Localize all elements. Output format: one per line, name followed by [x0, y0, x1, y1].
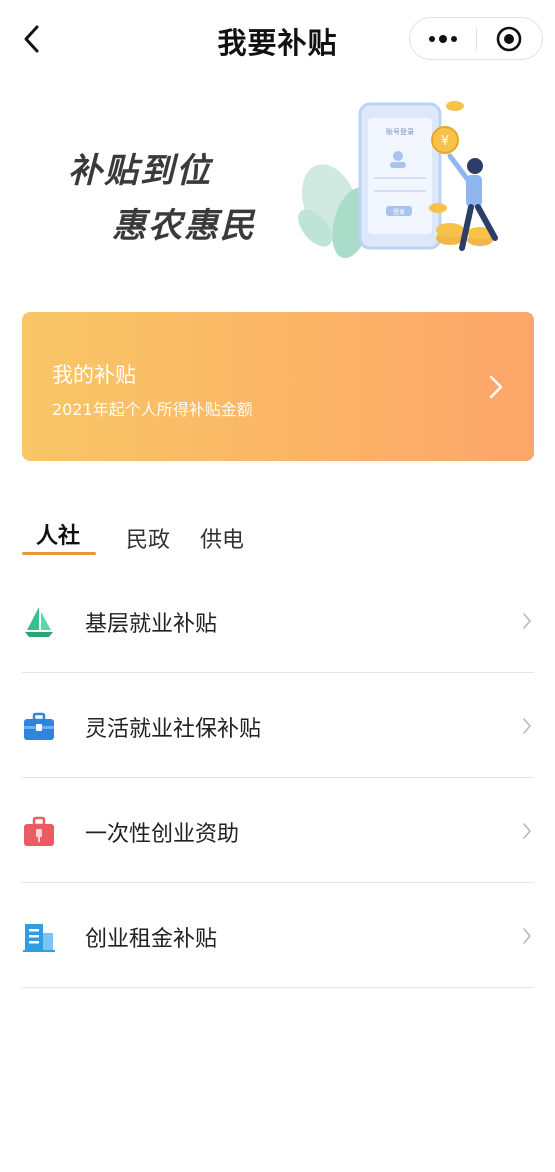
- phone-login-button-text: 登录: [393, 208, 405, 216]
- more-dots-icon[interactable]: [410, 18, 476, 59]
- promo-banner: 补贴到位 惠农惠民 账号登录 登录 ¥: [0, 88, 555, 278]
- briefcase-icon: [24, 712, 54, 740]
- item-label: 一次性创业资助: [85, 822, 240, 847]
- chevron-right-icon: [523, 928, 531, 944]
- item-label: 基层就业补贴: [85, 612, 218, 637]
- list-item[interactable]: 灵活就业社保补贴: [22, 673, 534, 778]
- chevron-right-icon: [489, 375, 503, 399]
- svg-text:¥: ¥: [441, 134, 449, 149]
- list-item[interactable]: 创业租金补贴: [22, 883, 534, 988]
- item-label: 创业租金补贴: [85, 927, 218, 952]
- chevron-right-icon: [523, 613, 531, 629]
- card-title: 我的补贴: [52, 363, 136, 387]
- item-label: 灵活就业社保补贴: [85, 717, 262, 742]
- building-icon: [23, 924, 55, 952]
- phone-screen-text: 账号登录: [386, 127, 414, 136]
- target-close-icon[interactable]: [477, 18, 543, 59]
- chevron-right-icon: [523, 718, 531, 734]
- toolbox-icon: [24, 816, 54, 846]
- list-item[interactable]: 基层就业补贴: [22, 568, 534, 673]
- list-item[interactable]: 一次性创业资助: [22, 778, 534, 883]
- card-subtitle: 2021年起个人所得补贴金额: [52, 400, 253, 419]
- mini-program-capsule: [409, 17, 543, 60]
- tab-renshe[interactable]: 人社: [36, 518, 80, 550]
- my-subsidy-card[interactable]: 我的补贴 2021年起个人所得补贴金额: [22, 312, 534, 461]
- subsidy-list: 基层就业补贴 灵活就业社保补贴 一次性创业资助 创业租金补贴: [22, 568, 534, 988]
- phone-illustration: 账号登录 登录 ¥: [298, 101, 498, 259]
- sailboat-icon: [25, 607, 53, 637]
- active-tab-indicator: [22, 552, 96, 555]
- navigation-bar: 我要补贴: [0, 0, 555, 78]
- tab-gongdian[interactable]: 供电: [200, 522, 244, 554]
- banner-slogan-line2: 惠农惠民: [112, 206, 256, 246]
- banner-slogan-line1: 补贴到位: [68, 151, 212, 191]
- tab-minzheng[interactable]: 民政: [126, 522, 170, 554]
- chevron-right-icon: [523, 823, 531, 839]
